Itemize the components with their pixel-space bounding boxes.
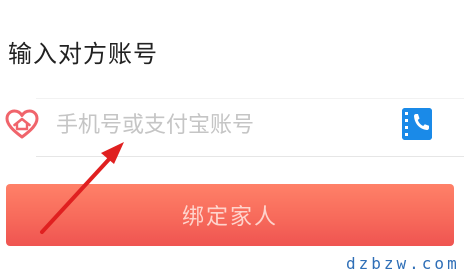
heart-home-icon [4,108,40,140]
contacts-book-icon [402,108,432,140]
input-row-top-divider [36,98,464,99]
account-input-row [0,98,464,157]
account-input[interactable] [56,108,386,142]
bind-family-button[interactable]: 绑定家人 [6,184,454,246]
contacts-button[interactable] [402,108,432,140]
input-divider [36,156,464,157]
page-title: 输入对方账号 [8,40,158,68]
watermark: dzbzw.com [346,254,460,273]
